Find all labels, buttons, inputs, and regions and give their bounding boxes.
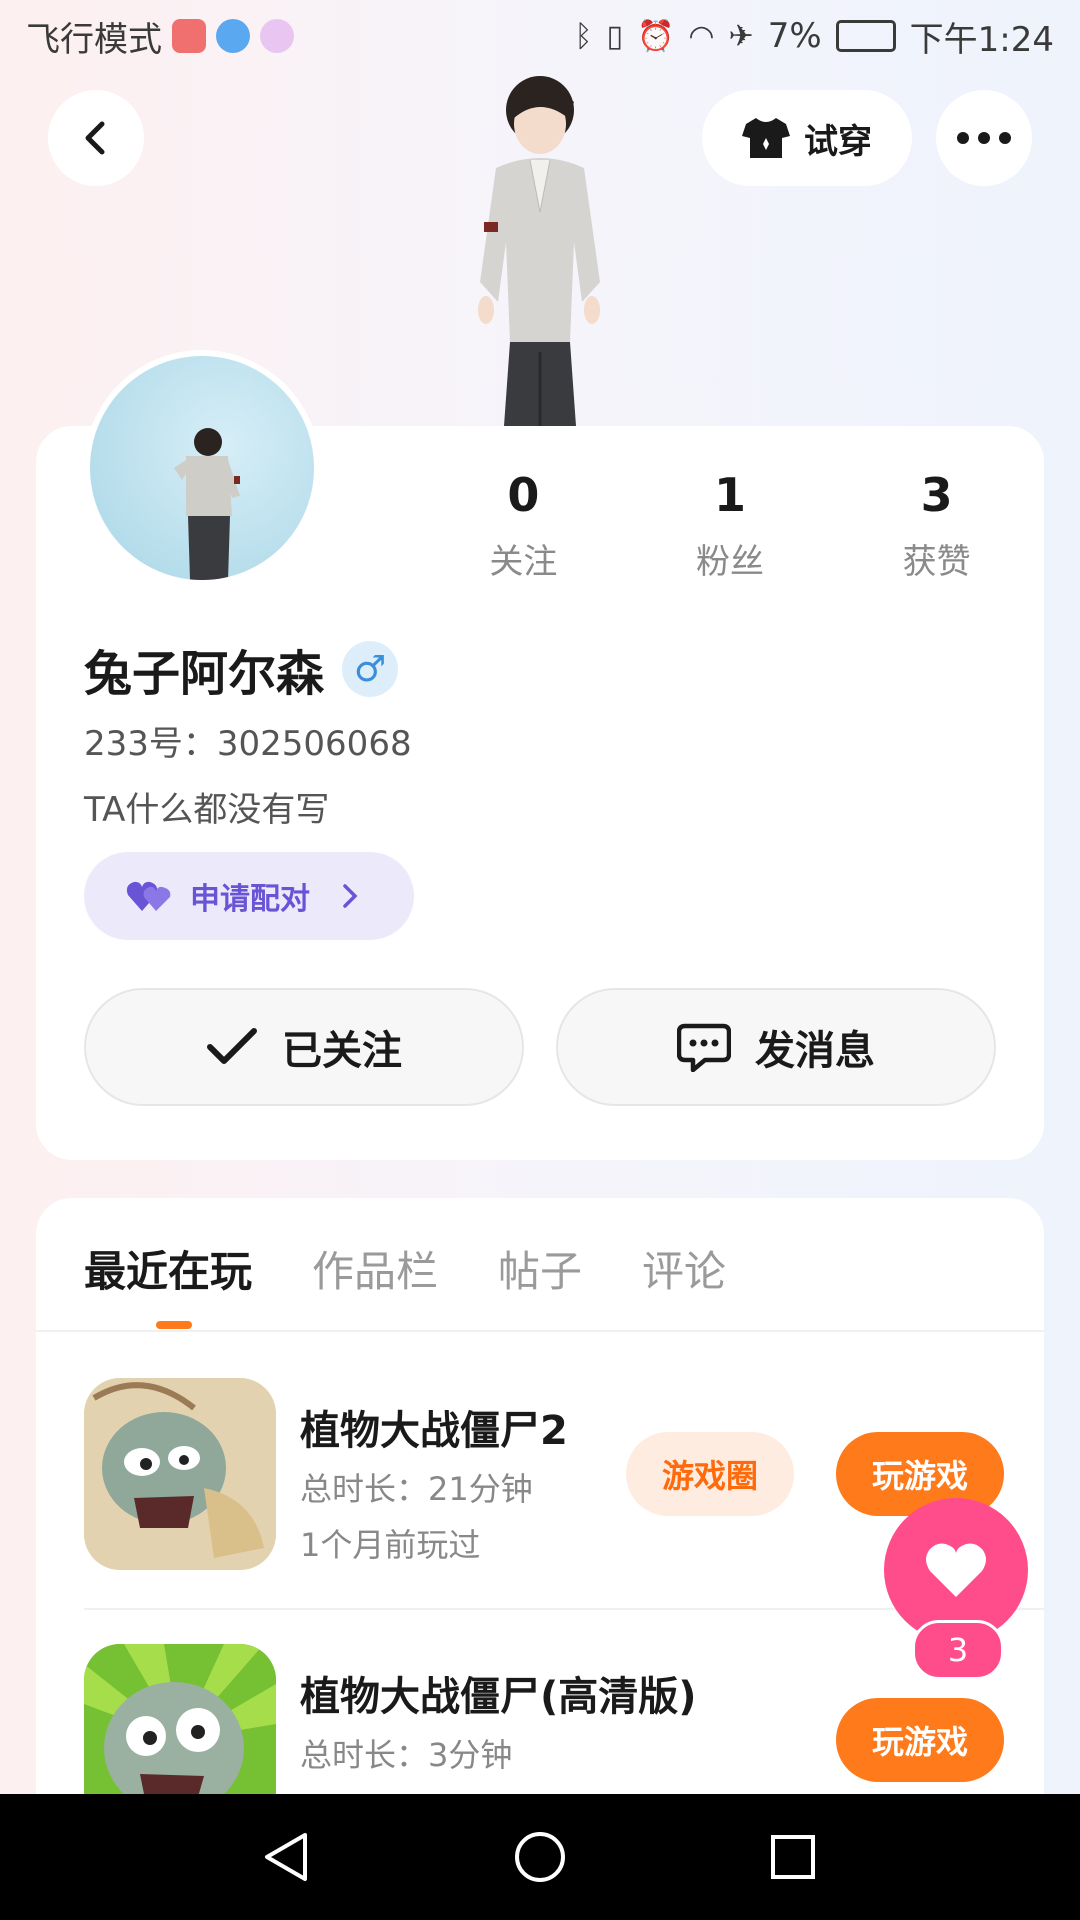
profile-uid: 233号：302506068 bbox=[84, 724, 412, 764]
tshirt-icon bbox=[742, 118, 790, 158]
more-dots-icon bbox=[957, 132, 1011, 144]
stat-likes[interactable]: 3 获赞 bbox=[833, 468, 1040, 583]
chevron-left-icon bbox=[85, 121, 105, 155]
tab-works[interactable]: 作品栏 bbox=[312, 1238, 438, 1299]
stat-fans-value: 1 bbox=[714, 468, 747, 522]
avatar-3d-figure bbox=[478, 76, 600, 426]
battery-percent: 7% bbox=[767, 16, 822, 56]
stat-fans-label: 粉丝 bbox=[696, 542, 764, 582]
wifi-icon: ◠ bbox=[688, 18, 715, 54]
followed-button[interactable]: 已关注 bbox=[84, 988, 524, 1106]
alarm-icon: ⏰ bbox=[637, 18, 675, 54]
play-game-button[interactable]: 玩游戏 bbox=[836, 1698, 1004, 1782]
profile-tabs: 最近在玩 作品栏 帖子 评论 bbox=[84, 1238, 726, 1299]
stat-following[interactable]: 0 关注 bbox=[420, 468, 627, 583]
profile-stats: 0 关注 1 粉丝 3 获赞 bbox=[420, 468, 1040, 583]
active-tab-indicator bbox=[156, 1321, 192, 1329]
male-gender-icon: ♂ bbox=[342, 641, 399, 697]
followed-label: 已关注 bbox=[282, 1028, 402, 1074]
nav-recents-icon[interactable] bbox=[765, 1829, 821, 1885]
try-on-button[interactable]: 试穿 bbox=[702, 90, 912, 186]
system-nav-bar bbox=[0, 1794, 1080, 1920]
stat-following-value: 0 bbox=[507, 468, 540, 522]
profile-name: 兔子阿尔森 bbox=[84, 646, 325, 702]
stat-following-label: 关注 bbox=[489, 542, 558, 582]
battery-icon bbox=[835, 20, 896, 52]
like-count-badge: 3 bbox=[912, 1620, 1004, 1680]
checkmark-icon bbox=[207, 1028, 257, 1064]
avatar-figure-icon bbox=[174, 428, 240, 580]
profile-avatar[interactable] bbox=[84, 350, 320, 586]
game-playtime: 总时长：3分钟 bbox=[300, 1736, 513, 1774]
send-message-button[interactable]: 发消息 bbox=[556, 988, 996, 1106]
tab-recently-played[interactable]: 最近在玩 bbox=[84, 1238, 252, 1299]
stat-likes-value: 3 bbox=[920, 468, 953, 522]
more-options-button[interactable] bbox=[936, 90, 1032, 186]
bluetooth-icon: ᛒ bbox=[574, 18, 593, 54]
nav-back-icon[interactable] bbox=[259, 1829, 315, 1885]
game-title: 植物大战僵尸(高清版) bbox=[300, 1674, 697, 1720]
heart-icon bbox=[926, 1543, 986, 1597]
apply-pair-label: 申请配对 bbox=[190, 882, 310, 917]
chat-bubble-icon bbox=[677, 1023, 731, 1072]
tabs-divider bbox=[36, 1330, 1044, 1332]
game-last-played: 1个月前玩过 bbox=[300, 1526, 481, 1564]
browser-icon bbox=[216, 19, 250, 53]
avatar-image bbox=[90, 356, 314, 580]
apply-pair-button[interactable]: 申请配对 bbox=[84, 852, 414, 940]
status-airplane-mode-text: 飞行模式 bbox=[26, 19, 162, 60]
airplane-icon: ✈ bbox=[728, 18, 754, 54]
stat-fans[interactable]: 1 粉丝 bbox=[627, 468, 834, 583]
tab-comments[interactable]: 评论 bbox=[642, 1238, 726, 1299]
chevron-right-icon bbox=[343, 884, 358, 908]
nav-home-icon[interactable] bbox=[512, 1829, 568, 1885]
name-row: 兔子阿尔森 ♂ bbox=[84, 634, 399, 704]
music-icon bbox=[260, 19, 294, 53]
stat-likes-label: 获赞 bbox=[902, 542, 971, 582]
tab-posts[interactable]: 帖子 bbox=[498, 1238, 582, 1299]
hearts-icon bbox=[126, 881, 171, 911]
huawei-store-icon bbox=[172, 19, 206, 53]
vibrate-icon: ▯ bbox=[606, 18, 623, 54]
game-circle-button[interactable]: 游戏圈 bbox=[626, 1432, 794, 1516]
game-icon-pvz2 bbox=[84, 1378, 276, 1570]
back-button[interactable] bbox=[48, 90, 144, 186]
try-on-label: 试穿 bbox=[804, 121, 872, 162]
game-list-item[interactable]: 植物大战僵尸2 总时长：21分钟 1个月前玩过 游戏圈 玩游戏 bbox=[84, 1378, 1004, 1570]
send-message-label: 发消息 bbox=[755, 1028, 875, 1074]
status-time: 下午1:24 bbox=[909, 19, 1054, 60]
profile-bio: TA什么都没有写 bbox=[84, 790, 330, 830]
game-title: 植物大战僵尸2 bbox=[300, 1408, 568, 1454]
game-playtime: 总时长：21分钟 bbox=[300, 1470, 533, 1508]
status-bar: 飞行模式 ᛒ ▯ ⏰ ◠ ✈ 7% 下午1:24 bbox=[0, 0, 1080, 72]
